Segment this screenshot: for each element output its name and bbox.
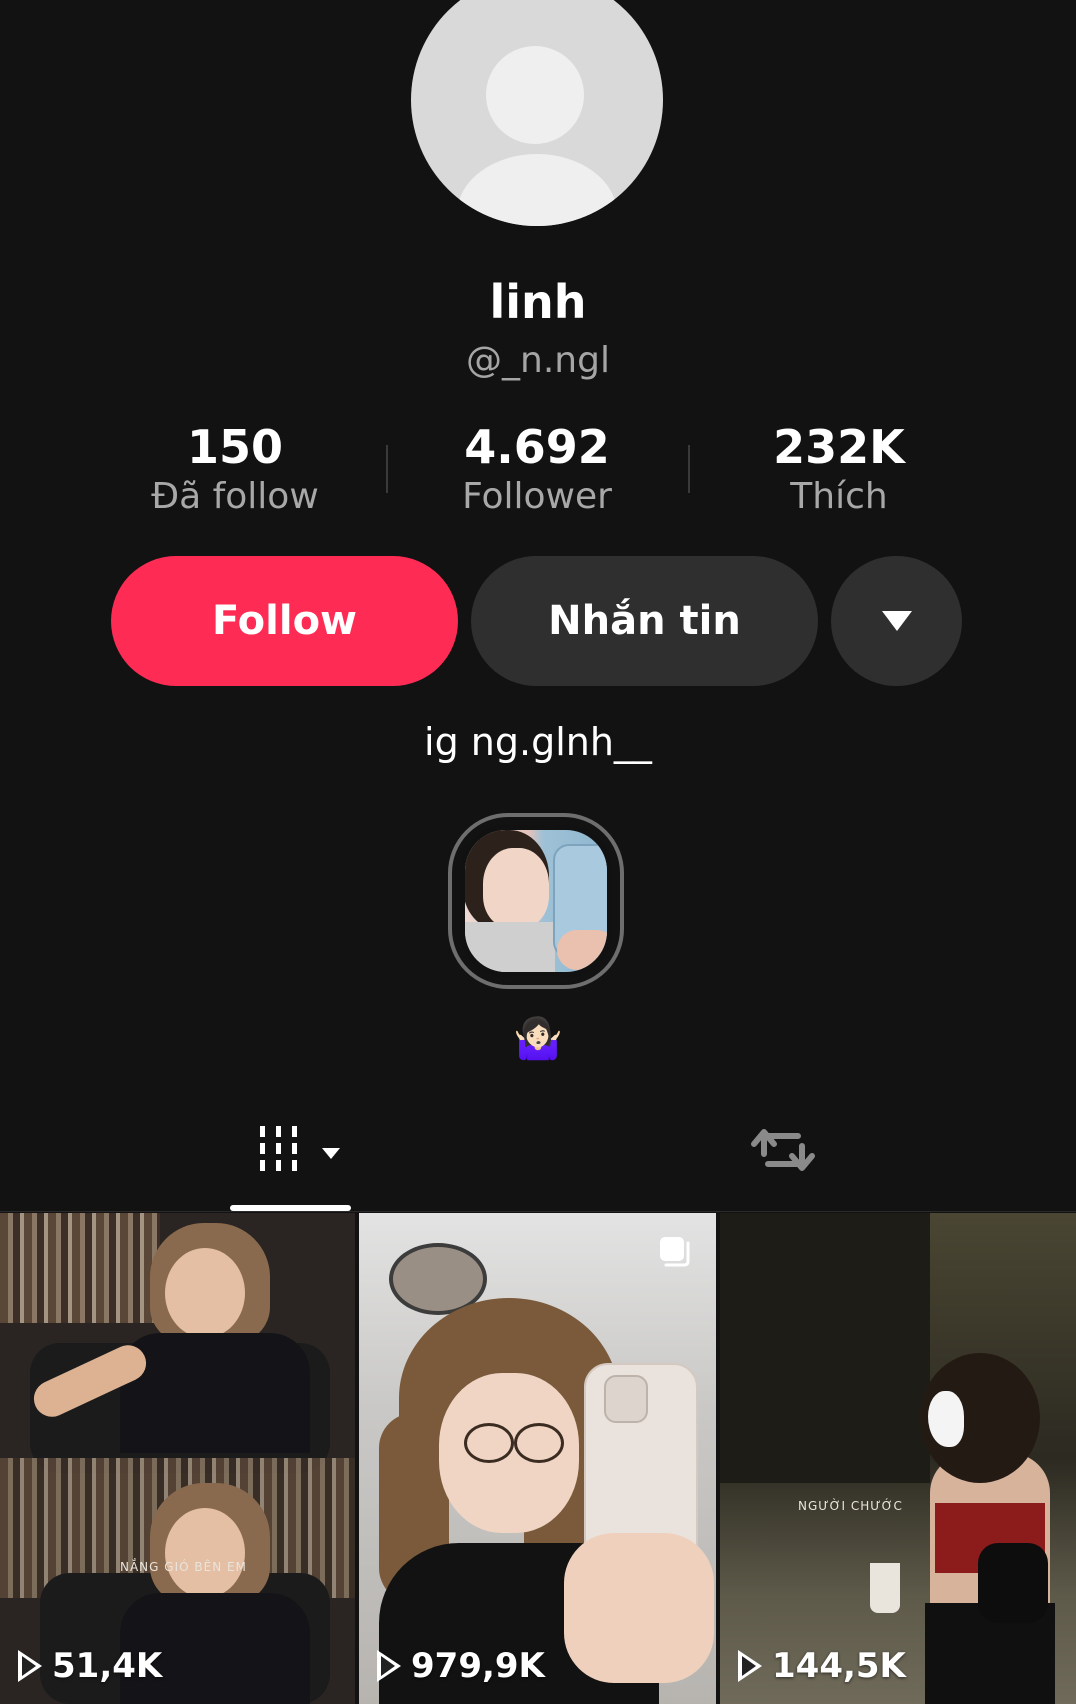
story-thumbnail [460, 825, 612, 977]
avatar-placeholder-body [457, 154, 617, 226]
drink-cup [870, 1563, 900, 1613]
video-thumbnail[interactable]: NGƯỜI CHƯỚC 144,5K [720, 1213, 1076, 1704]
stat-likes-label: Thích [790, 476, 888, 517]
tab-caret-down-icon [322, 1148, 340, 1159]
view-count-text: 144,5K [772, 1646, 906, 1686]
avatar-placeholder-head [486, 46, 584, 144]
story-highlight[interactable] [448, 813, 624, 989]
tab-reposts[interactable] [748, 1120, 818, 1180]
video-view-count: 979,9K [377, 1646, 545, 1686]
follow-button[interactable]: Follow [111, 556, 458, 686]
body [120, 1333, 310, 1453]
face [165, 1508, 245, 1598]
video-overlay-text: NGƯỜI CHƯỚC [798, 1499, 903, 1513]
story-hand [557, 930, 607, 970]
profile-handle: @_n.ngl [466, 340, 610, 381]
view-count-text: 979,9K [411, 1646, 545, 1686]
story-face [483, 848, 549, 928]
stat-following-label: Đã follow [151, 476, 319, 517]
story-shirt [465, 922, 555, 972]
stat-followers-label: Follower [462, 476, 612, 517]
bio-emoji: 🤷🏻‍♀️ [513, 1016, 563, 1062]
stat-likes-value: 232K [773, 420, 905, 474]
video-thumbnail[interactable]: NẮNG GIÓ BÊN EM 51,4K [0, 1213, 355, 1704]
profile-name: linh [489, 275, 587, 329]
building [720, 1213, 930, 1483]
play-icon [18, 1650, 42, 1682]
tab-divider [0, 1211, 1076, 1212]
stat-following[interactable]: 150 Đã follow [85, 420, 385, 517]
phone-camera [604, 1375, 648, 1423]
profile-avatar[interactable] [411, 0, 663, 226]
view-count-text: 51,4K [52, 1646, 163, 1686]
video-overlay-text: NẮNG GIÓ BÊN EM [120, 1560, 247, 1574]
repost-icon [751, 1129, 815, 1171]
glasses [514, 1423, 564, 1463]
hand [564, 1533, 714, 1683]
message-button[interactable]: Nhắn tin [471, 556, 818, 686]
play-icon [377, 1650, 401, 1682]
stat-likes[interactable]: 232K Thích [689, 420, 989, 517]
tab-videos[interactable] [230, 1118, 345, 1208]
stat-followers[interactable]: 4.692 Follower [387, 420, 687, 517]
shelf [0, 1213, 160, 1323]
video-thumbnail[interactable]: 979,9K [359, 1213, 716, 1704]
caret-down-icon [881, 611, 912, 631]
wing-sticker [928, 1391, 964, 1447]
multi-photo-icon [660, 1237, 690, 1267]
video-view-count: 144,5K [738, 1646, 906, 1686]
profile-bio: ig ng.glnh__ [424, 720, 652, 764]
video-view-count: 51,4K [18, 1646, 162, 1686]
bag [978, 1543, 1048, 1623]
face [165, 1248, 245, 1338]
glasses [464, 1423, 514, 1463]
stat-followers-value: 4.692 [464, 420, 610, 474]
grid-icon [260, 1126, 297, 1174]
play-icon [738, 1650, 762, 1682]
stat-following-value: 150 [186, 420, 284, 474]
more-options-button[interactable] [831, 556, 962, 686]
